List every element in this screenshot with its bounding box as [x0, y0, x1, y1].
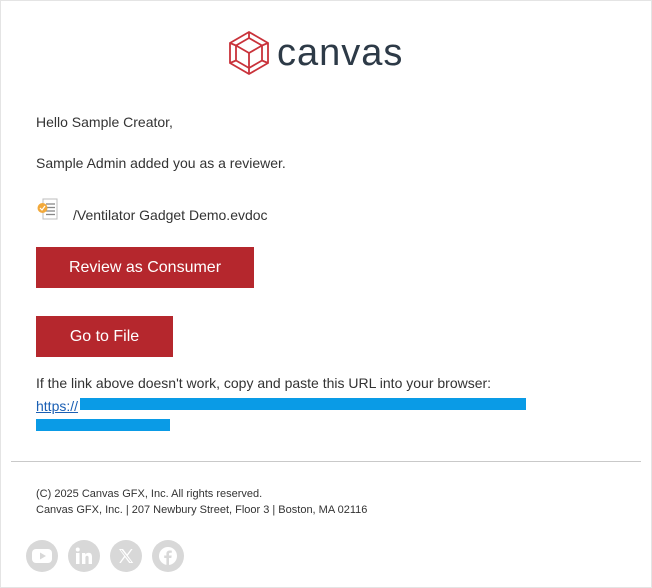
- redacted-url-segment: [36, 419, 170, 431]
- x-icon[interactable]: [110, 540, 142, 572]
- footer-divider: [11, 461, 641, 462]
- brand-logo[interactable]: canvas: [227, 30, 403, 76]
- fallback-instructions: If the link above doesn't work, copy and…: [36, 375, 492, 391]
- facebook-icon[interactable]: [152, 540, 184, 572]
- brand-name: canvas: [277, 32, 404, 74]
- file-path[interactable]: /Ventilator Gadget Demo.evdoc: [73, 207, 268, 223]
- go-to-file-button[interactable]: Go to File: [36, 316, 173, 357]
- document-icon: [37, 198, 58, 220]
- copyright-text: (C) 2025 Canvas GFX, Inc. All rights res…: [36, 488, 263, 500]
- social-links: [26, 540, 194, 572]
- youtube-icon[interactable]: [26, 540, 58, 572]
- redacted-url-segment: [80, 398, 526, 410]
- linkedin-icon[interactable]: [68, 540, 100, 572]
- file-row: /Ventilator Gadget Demo.evdoc: [36, 198, 268, 224]
- review-as-consumer-button[interactable]: Review as Consumer: [36, 247, 254, 288]
- company-address: Canvas GFX, Inc. | 207 Newbury Street, F…: [36, 504, 368, 516]
- reviewer-message: Sample Admin added you as a reviewer.: [36, 155, 286, 171]
- greeting-text: Hello Sample Creator,: [36, 114, 173, 130]
- canvas-cube-logo-icon: [229, 30, 269, 76]
